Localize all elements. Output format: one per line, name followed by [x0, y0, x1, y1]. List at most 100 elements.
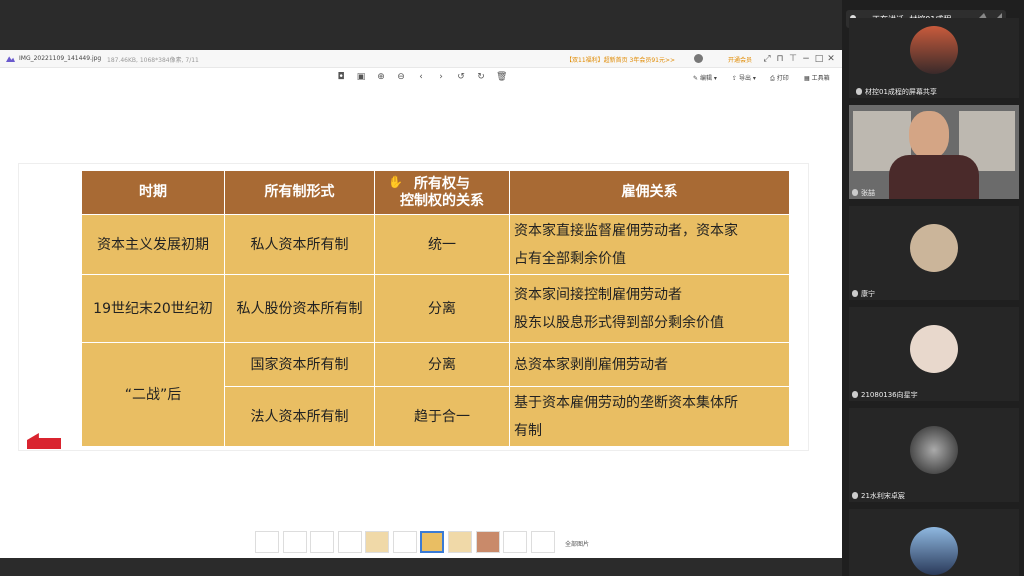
fit-icon[interactable]: ▣ — [356, 72, 366, 82]
table-row: 资本主义发展初期 私人资本所有制 统一 资本家直接监督雇佣劳动者，资本家 占有全部… — [81, 214, 790, 275]
thumbnail[interactable] — [503, 531, 527, 553]
cell-employment: 总资本家剥削雇佣劳动者 — [509, 342, 790, 387]
participant-name-text: 材控01成程的屏幕共享 — [865, 88, 937, 96]
fullscreen-icon[interactable]: ⤢ — [762, 54, 772, 64]
print-button[interactable]: ⎙ 打印 — [770, 73, 789, 83]
meeting-bottom-bar — [0, 558, 842, 576]
cell-period: 19世纪末20世纪初 — [81, 274, 225, 343]
participant-panel: 正在讲话: 材控01成程; 材控01成程的屏幕共享 张喆 康宁 21080136… — [842, 0, 1024, 576]
edit-button[interactable]: ✎ 编辑 ▾ — [693, 73, 717, 82]
header-text: 所有制形式 — [264, 184, 335, 200]
thumbnail[interactable] — [283, 531, 307, 553]
thumbnail[interactable] — [448, 531, 472, 553]
header-text: 时期 — [139, 184, 167, 200]
meeting-top-bar — [0, 0, 842, 50]
line: 股东以股息形式得到部分剩余价值 — [514, 314, 724, 331]
thumbnail[interactable] — [310, 531, 334, 553]
edit-label: 编辑 — [699, 75, 712, 82]
line: 资本家直接监督雇佣劳动者，资本家 — [514, 222, 738, 239]
participant-tile[interactable]: 21080136向星宇 — [849, 307, 1019, 401]
close-icon[interactable]: ✕ — [826, 54, 836, 64]
rotate-right-icon[interactable]: ↻ — [476, 72, 486, 82]
image-viewer-window: IMG_20221109_141449.jpg 187.46KB, 1068*3… — [0, 50, 842, 558]
app-logo-icon — [6, 56, 15, 62]
line: 资本家间接控制雇佣劳动者 — [514, 286, 682, 303]
return-arrow-icon — [27, 433, 61, 449]
line: 有制 — [514, 422, 542, 439]
pin-top-icon[interactable]: ⊤ — [788, 54, 798, 64]
cell-relation: 分离 — [374, 342, 510, 387]
participant-name: 21080136向星宇 — [849, 389, 921, 401]
export-button[interactable]: ⇪ 导出 ▾ — [732, 73, 756, 82]
mic-icon — [852, 492, 858, 499]
thumbnail[interactable] — [531, 531, 555, 553]
participant-tile[interactable]: 21水利宋卓宸 — [849, 408, 1019, 502]
participant-name: 21水利宋卓宸 — [849, 490, 908, 502]
table-row: 19世纪末20世纪初 私人股份资本所有制 分离 资本家间接控制雇佣劳动者股东以股… — [81, 274, 790, 343]
all-images-link[interactable]: 全部图片 — [565, 539, 589, 548]
avatar — [910, 527, 958, 575]
participant-name: 张喆 — [849, 187, 878, 199]
pin-icon[interactable]: ⊓ — [775, 54, 785, 64]
participant-tile[interactable] — [849, 509, 1019, 576]
edit-icon: ✎ — [693, 75, 699, 82]
header-text: 控制权的关系 — [400, 192, 484, 209]
toolbox-icon: ▦ — [804, 75, 810, 82]
print-label: 打印 — [776, 75, 789, 82]
promo-link[interactable]: 【双11福利】超新首页 3年会员91元>> — [566, 55, 675, 64]
zoom-out-icon[interactable]: ⊖ — [396, 72, 406, 82]
cell-form: 法人资本所有制 — [224, 386, 375, 447]
rotate-left-icon[interactable]: ↺ — [456, 72, 466, 82]
viewer-title-bar: IMG_20221109_141449.jpg 187.46KB, 1068*3… — [0, 50, 842, 68]
cell-employment: 资本家间接控制雇佣劳动者股东以股息形式得到部分剩余价值 — [509, 274, 790, 343]
thumbnail[interactable] — [365, 531, 389, 553]
participant-tile[interactable]: 康宁 — [849, 206, 1019, 300]
participant-name-text: 21080136向星宇 — [861, 391, 918, 399]
delete-icon[interactable]: 🗑 — [496, 72, 507, 82]
print-icon: ⎙ — [770, 75, 775, 82]
thumbnail[interactable] — [338, 531, 362, 553]
cell-period: 资本主义发展初期 — [81, 214, 225, 275]
table-row: “二战”后 国家资本所有制 分离 总资本家剥削雇佣劳动者 — [81, 342, 790, 447]
thumbnail[interactable] — [255, 531, 279, 553]
minimize-icon[interactable]: − — [801, 54, 811, 64]
hand-cursor-icon: ✋ — [388, 175, 403, 189]
cell-relation: 分离 — [374, 274, 510, 343]
participant-name-text: 21水利宋卓宸 — [861, 492, 905, 500]
mic-icon — [852, 189, 858, 196]
thumbnail-selected[interactable] — [420, 531, 444, 553]
participant-name-text: 康宁 — [861, 290, 875, 298]
cell-form: 国家资本所有制 — [224, 342, 375, 387]
avatar — [910, 26, 958, 74]
cell-relation: 统一 — [374, 214, 510, 275]
person-video — [909, 111, 949, 159]
avatar — [910, 224, 958, 272]
next-icon[interactable]: › — [436, 72, 446, 82]
participant-name: 材控01成程的屏幕共享 — [853, 86, 940, 98]
avatar — [910, 426, 958, 474]
export-label: 导出 — [738, 75, 751, 82]
header-employment: 雇佣关系 — [509, 170, 790, 215]
maximize-icon[interactable]: □ — [814, 54, 824, 64]
user-avatar[interactable] — [694, 54, 703, 63]
participant-name-text: 张喆 — [861, 189, 875, 197]
participant-tile-video[interactable]: 张喆 — [849, 105, 1019, 199]
header-form: 所有制形式 — [224, 170, 375, 215]
file-name: IMG_20221109_141449.jpg — [19, 55, 102, 62]
line: 基于资本雇佣劳动的垄断资本集体所 — [514, 394, 738, 411]
prev-icon[interactable]: ‹ — [416, 72, 426, 82]
cell-relation: 趋于合一 — [374, 386, 510, 447]
cell-employment: 基于资本雇佣劳动的垄断资本集体所 有制 — [509, 386, 790, 447]
participant-tile[interactable]: 材控01成程的屏幕共享 — [849, 18, 1019, 98]
zoom-in-icon[interactable]: ⊕ — [376, 72, 386, 82]
mouse-icon[interactable]: ◘ — [336, 72, 346, 82]
thumbnail[interactable] — [393, 531, 417, 553]
mic-icon — [852, 290, 858, 297]
thumbnail[interactable] — [476, 531, 500, 553]
toolbox-label: 工具箱 — [811, 75, 830, 82]
export-icon: ⇪ — [732, 75, 738, 82]
ownership-table: 时期 所有制形式 所有权与 控制权的关系 雇佣关系 资本主义发展初期 私人资本所有… — [81, 170, 790, 447]
open-member-link[interactable]: 开通会员 — [728, 55, 752, 64]
cell-form: 私人股份资本所有制 — [224, 274, 375, 343]
toolbox-button[interactable]: ▦ 工具箱 — [804, 73, 830, 82]
